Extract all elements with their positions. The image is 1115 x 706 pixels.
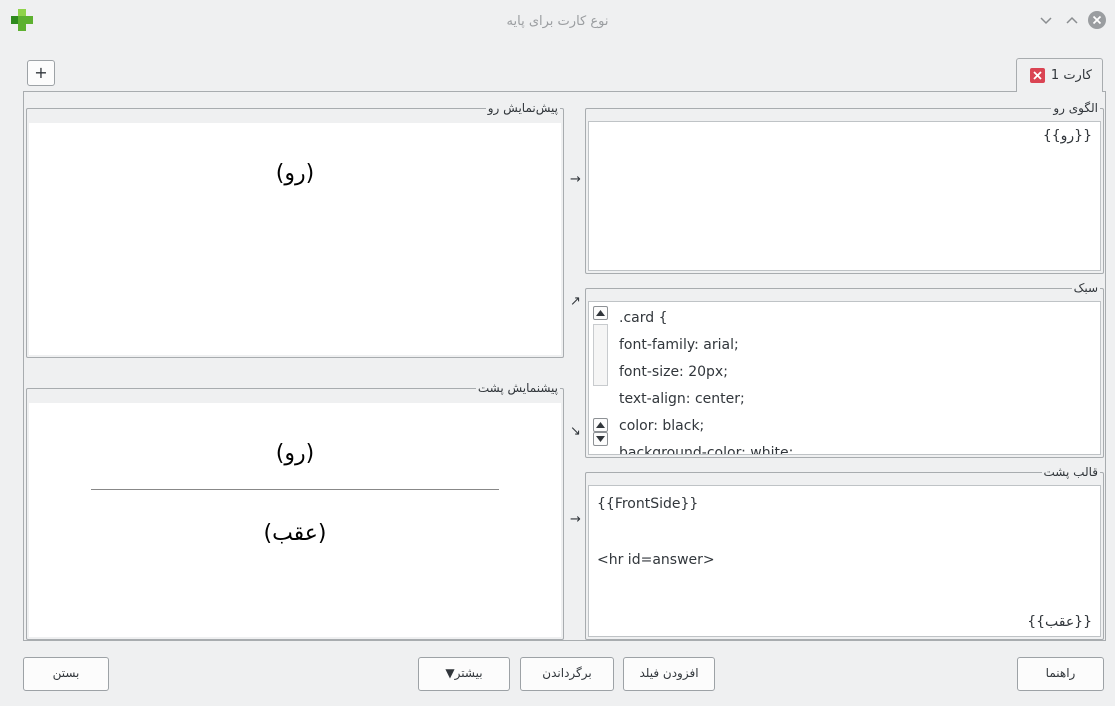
back-preview-back-content: (عقب) [263, 521, 327, 546]
close-button[interactable]: بستن [23, 657, 109, 691]
help-button[interactable]: راهنما [1017, 657, 1104, 691]
scroll-up-secondary-icon[interactable] [593, 418, 608, 432]
css-line: font-size: 20px; [619, 364, 728, 380]
css-line: background-color: white; [619, 445, 794, 455]
back-template-title: قالب پشت [1041, 464, 1100, 480]
back-template-line-back: {{عقب}} [1027, 614, 1092, 630]
front-template-editor[interactable]: {{رو}} [588, 121, 1101, 271]
front-template-group: الگوی رو {{رو}} [585, 100, 1104, 274]
tab-card-1[interactable]: کارت 1 [1016, 58, 1103, 92]
tab-card-1-label: کارت 1 [1050, 68, 1092, 83]
back-template-group: قالب پشت {{FrontSide}} <hr id=answer> {{… [585, 464, 1104, 640]
scrollbar-handle[interactable] [593, 324, 608, 386]
back-template-line-frontside: {{FrontSide}} [597, 496, 699, 512]
front-preview-area: (رو) [29, 123, 561, 355]
card-tab-panel: پیش‌نمایش رو (رو) پیشنمایش پشت (رو) (عقب… [23, 91, 1106, 641]
front-preview-group: پیش‌نمایش رو (رو) [26, 100, 564, 358]
tab-close-icon[interactable] [1029, 68, 1045, 83]
restore-button[interactable]: برگرداندن [520, 657, 614, 691]
css-line: color: black; [619, 418, 705, 434]
styling-scrollbar[interactable] [593, 306, 608, 450]
style-down-arrow-icon: ↘ [570, 424, 581, 439]
close-window-icon[interactable] [1087, 10, 1107, 30]
back-preview-front-content: (رو) [275, 441, 315, 466]
back-template-line-hr: <hr id=answer> [597, 552, 715, 568]
back-template-editor[interactable]: {{FrontSide}} <hr id=answer> {{عقب}} [588, 485, 1101, 637]
more-button[interactable]: بیشتر▼ [418, 657, 510, 691]
front-template-text: {{رو}} [1042, 128, 1092, 144]
back-arrow-icon: → [570, 512, 581, 527]
css-line: text-align: center; [619, 391, 745, 407]
scroll-down-icon[interactable] [593, 432, 608, 446]
add-card-type-button[interactable]: + [27, 60, 55, 86]
styling-group: سبک .card { font-family: arial; font-siz… [585, 280, 1104, 458]
front-preview-title: پیش‌نمایش رو [485, 100, 560, 116]
maximize-icon[interactable] [1062, 10, 1082, 30]
css-line: font-family: arial; [619, 337, 739, 353]
minimize-icon[interactable] [1036, 10, 1056, 30]
answer-divider [91, 489, 499, 490]
title-bar: نوع کارت برای پایه [0, 0, 1115, 46]
front-arrow-icon: → [570, 172, 581, 187]
styling-title: سبک [1071, 280, 1100, 296]
styling-editor[interactable]: .card { font-family: arial; font-size: 2… [588, 301, 1101, 455]
style-up-arrow-icon: ↗ [570, 294, 581, 309]
back-preview-group: پیشنمایش پشت (رو) (عقب) [26, 380, 564, 640]
front-template-title: الگوی رو [1051, 100, 1100, 116]
back-preview-title: پیشنمایش پشت [475, 380, 560, 396]
window-title: نوع کارت برای پایه [506, 14, 609, 29]
add-field-button[interactable]: افزودن فیلد [623, 657, 715, 691]
css-line: .card { [619, 310, 668, 326]
back-preview-area: (رو) (عقب) [29, 403, 561, 637]
scroll-up-icon[interactable] [593, 306, 608, 320]
front-preview-content: (رو) [275, 161, 315, 186]
